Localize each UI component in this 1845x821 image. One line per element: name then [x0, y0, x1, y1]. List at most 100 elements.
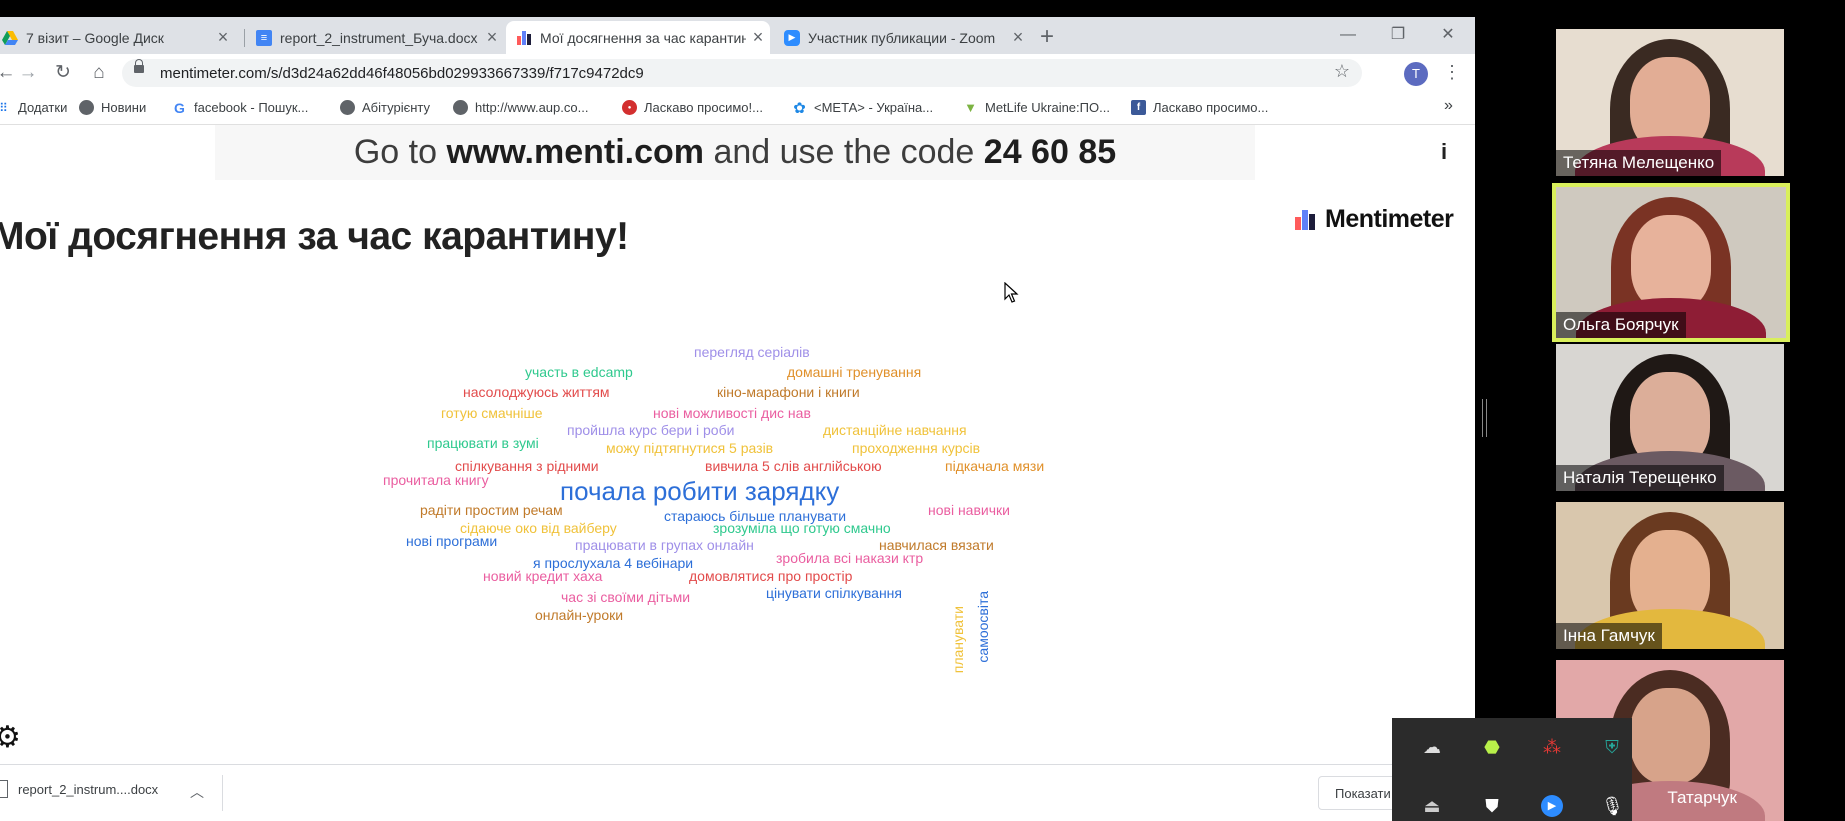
document-icon — [0, 780, 8, 798]
lock-icon — [134, 59, 144, 73]
profile-avatar[interactable]: T — [1404, 62, 1428, 86]
bookmark-meta[interactable]: ✿ <МЕТА> - Україна... — [792, 99, 934, 117]
participant-name: Наталія Терещенко — [1556, 465, 1724, 491]
zoom-icon: ▶ — [784, 29, 800, 46]
word-cloud-word: працювати в групах онлайн — [575, 537, 754, 553]
bookmark-apps[interactable]: ⠿ Додатки — [0, 100, 67, 115]
new-tab-button[interactable]: + — [1040, 23, 1054, 51]
download-filename: report_2_instrum....docx — [18, 781, 159, 797]
microphone-icon[interactable]: 🎙 — [1601, 795, 1624, 817]
home-icon[interactable]: ⌂ — [87, 61, 111, 85]
word-cloud: перегляд серіалів участь в edcamp домашн… — [0, 125, 1475, 757]
word-cloud-word: вивчила 5 слів англійською — [705, 458, 882, 474]
google-g-icon: G — [174, 99, 185, 116]
divider — [222, 775, 223, 811]
tab-label: report_2_instrument_Буча.docx - — [280, 29, 480, 46]
bookmark-metlife[interactable]: ▼ MetLife Ukraine:ПО... — [963, 100, 1110, 115]
word-cloud-word: насолоджуюсь життям — [463, 384, 610, 400]
word-cloud-word: зробила всі накази ктр — [776, 550, 924, 566]
word-cloud-word: нові програми — [406, 533, 498, 549]
bookmark-facebook-search[interactable]: G facebook - Пошук... — [172, 99, 308, 116]
facebook-icon: f — [1131, 100, 1146, 115]
browser-toolbar: ← → ↻ ⌂ mentimeter.com/s/d3d24a62dd46f48… — [0, 54, 1475, 92]
bookmark-label: Ласкаво просимо... — [1153, 100, 1269, 115]
word-cloud-word: прочитала книгу — [383, 472, 489, 488]
participant-video[interactable]: Інна Гамчук — [1556, 502, 1784, 649]
word-cloud-word: час зі своїми дітьми — [561, 589, 691, 605]
word-cloud-word: участь в edcamp — [525, 364, 633, 380]
participant-name: Тетяна Мелещенко — [1556, 150, 1722, 176]
tab-google-drive[interactable]: 7 візит – Google Диск × — [0, 21, 235, 54]
word-cloud-word: зрозуміла що готую смачно — [713, 520, 891, 536]
participant-name: Татарчук — [1667, 788, 1737, 807]
shield-check-icon[interactable]: ⛨ — [1601, 736, 1623, 758]
word-cloud-word: готую смачніше — [441, 405, 543, 421]
bookmark-news[interactable]: Новини — [79, 100, 146, 115]
bookmark-abiturient[interactable]: Абітурієнту — [340, 100, 430, 115]
word-cloud-word: підкачала мязи — [945, 458, 1045, 474]
bookmark-label: <МЕТА> - Україна... — [814, 100, 934, 115]
apps-grid-icon: ⠿ — [0, 100, 8, 115]
more-bookmarks-icon[interactable]: » — [1444, 97, 1453, 115]
gear-icon[interactable]: ⚙ — [0, 720, 21, 755]
word-cloud-word: домашні тренування — [787, 364, 922, 380]
zoom-camera-icon[interactable]: ▶ — [1541, 795, 1563, 817]
usb-icon[interactable]: ⏏ — [1421, 795, 1443, 817]
tab-separator — [244, 29, 245, 47]
participant-video[interactable]: Наталія Терещенко — [1556, 344, 1784, 491]
reload-icon[interactable]: ↻ — [51, 61, 75, 85]
close-icon[interactable]: × — [480, 27, 504, 48]
bookmark-facebook[interactable]: f Ласкаво просимо... — [1131, 100, 1268, 115]
restore-icon[interactable]: ❐ — [1375, 21, 1421, 49]
word-cloud-word: онлайн-уроки — [535, 607, 624, 623]
participant-video-active-speaker[interactable]: Ольга Боярчук — [1552, 183, 1790, 342]
tab-report-docx[interactable]: ≡ report_2_instrument_Буча.docx - × — [246, 21, 504, 54]
bookmark-label: MetLife Ukraine:ПО... — [985, 100, 1110, 115]
google-drive-icon — [2, 30, 18, 46]
participant-face — [1630, 688, 1710, 784]
bookmark-label: Новини — [101, 100, 147, 115]
window-close-icon[interactable]: ✕ — [1425, 21, 1471, 49]
minimize-icon[interactable]: — — [1325, 21, 1371, 49]
bookmark-label: Ласкаво просимо!... — [644, 100, 763, 115]
participant-name: Ольга Боярчук — [1556, 312, 1686, 338]
meta-flower-icon: ✿ — [793, 99, 806, 117]
tab-zoom[interactable]: ▶ Участник публикации - Zoom × — [774, 21, 1030, 54]
close-icon[interactable]: × — [746, 27, 770, 48]
word-cloud-word: цінувати спілкування — [766, 585, 902, 601]
bookmark-aup[interactable]: http://www.aup.co... — [453, 100, 588, 115]
word-cloud-word: проходження курсів — [852, 440, 981, 456]
close-icon[interactable]: × — [211, 27, 235, 48]
close-icon[interactable]: × — [1006, 27, 1030, 48]
word-cloud-word: працювати в зумі — [427, 435, 539, 451]
word-cloud-word: кіно-марафони і книги — [717, 384, 860, 400]
downloads-bar: report_2_instrum....docx ︿ Показати — [0, 764, 1475, 821]
bookmark-label: Додатки — [18, 100, 68, 115]
dots-app-icon[interactable]: ⁂ — [1541, 736, 1563, 758]
forward-icon[interactable]: → — [16, 61, 40, 85]
panel-resize-handle[interactable] — [1482, 399, 1487, 437]
url-text: mentimeter.com/s/d3d24a62dd46f48056bd029… — [160, 65, 644, 82]
word-cloud-word: можу підтягнутися 5 разів — [606, 440, 774, 456]
participant-face — [1631, 215, 1711, 311]
globe-icon — [340, 100, 355, 115]
participant-video[interactable]: Тетяна Мелещенко — [1556, 29, 1784, 176]
kebab-menu-icon[interactable]: ⋮ — [1443, 62, 1461, 83]
download-item[interactable]: report_2_instrum....docx — [0, 780, 158, 798]
stop-sign-icon: ● — [622, 100, 637, 115]
word-cloud-word: самоосвіта — [975, 591, 991, 663]
bookmark-welcome[interactable]: ● Ласкаво просимо!... — [622, 100, 763, 115]
word-cloud-word: перегляд серіалів — [694, 344, 810, 360]
tab-mentimeter[interactable]: Мої досягнення за час карантину × — [506, 21, 770, 54]
bookmark-star-icon[interactable]: ☆ — [1334, 61, 1350, 82]
word-cloud-word: нові можливості дис нав — [653, 405, 811, 421]
address-bar[interactable]: mentimeter.com/s/d3d24a62dd46f48056bd029… — [122, 59, 1362, 87]
cloud-sync-icon[interactable]: ☁ — [1421, 736, 1443, 758]
mentimeter-presentation: Go to www.menti.com and use the code 24 … — [0, 125, 1475, 757]
app-leaf-icon[interactable]: ⬣ — [1481, 736, 1503, 758]
globe-icon — [453, 100, 468, 115]
windows-security-icon[interactable]: ⛊ — [1481, 795, 1503, 817]
bookmark-label: http://www.aup.co... — [475, 100, 589, 115]
tab-label: 7 візит – Google Диск — [26, 29, 164, 46]
chevron-up-icon[interactable]: ︿ — [190, 782, 204, 802]
